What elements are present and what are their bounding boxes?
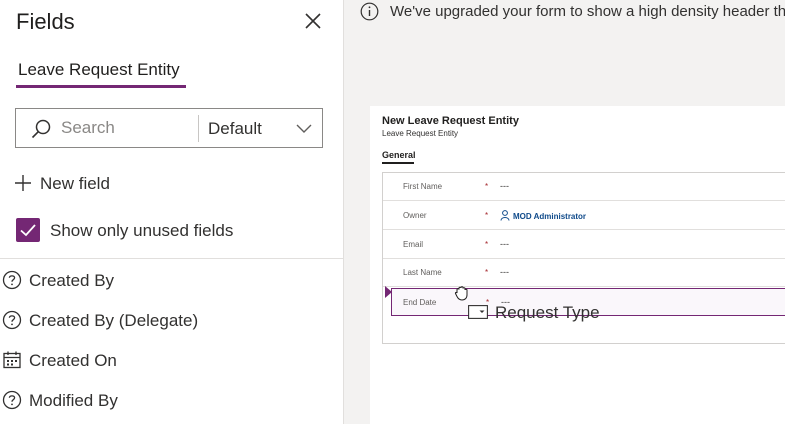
- info-banner: We've upgraded your form to show a high …: [345, 0, 785, 22]
- field-label: First Name: [403, 182, 443, 191]
- search-input[interactable]: [61, 109, 196, 147]
- drag-label: Request Type: [495, 303, 600, 322]
- tab-underline: [16, 85, 186, 88]
- form-subtitle: Leave Request Entity: [382, 129, 459, 138]
- plus-icon: [15, 175, 31, 191]
- help-circle-icon: [2, 270, 22, 290]
- tab-leave-request-entity[interactable]: Leave Request Entity: [18, 60, 180, 80]
- filter-dropdown[interactable]: Default: [200, 109, 322, 147]
- grab-cursor-icon: [454, 286, 468, 301]
- field-list: Created By Created By (Delegate) Created…: [0, 264, 344, 424]
- info-icon: [360, 2, 379, 21]
- pane-divider: [0, 258, 344, 259]
- owner-link[interactable]: MOD Administrator: [513, 212, 586, 221]
- required-marker: *: [485, 211, 489, 220]
- show-unused-checkbox[interactable]: [16, 218, 40, 242]
- required-marker: *: [485, 240, 489, 249]
- help-circle-icon: [2, 310, 22, 330]
- pane-title: Fields: [16, 9, 75, 34]
- field-item-created-on[interactable]: Created On: [0, 344, 344, 384]
- filter-dropdown-value: Default: [208, 119, 262, 138]
- form-field-owner[interactable]: Owner * MOD Administrator: [383, 202, 785, 230]
- field-item-created-by-delegate[interactable]: Created By (Delegate): [0, 304, 344, 344]
- banner-text: We've upgraded your form to show a high …: [390, 3, 785, 20]
- required-marker: *: [485, 182, 489, 191]
- search-icon: [31, 119, 51, 139]
- form-preview: New Leave Request Entity Leave Request E…: [370, 106, 785, 424]
- field-item-label: Created On: [29, 351, 117, 370]
- field-label: Email: [403, 240, 424, 249]
- field-item-modified-by[interactable]: Modified By: [0, 384, 344, 424]
- drop-indicator: [385, 286, 392, 298]
- chevron-down-icon: [296, 124, 312, 133]
- field-label: End Date: [403, 298, 437, 307]
- field-item-label: Modified By: [29, 391, 118, 410]
- search-divider: [198, 115, 199, 142]
- fields-pane: Fields Leave Request Entity Default New …: [0, 0, 344, 424]
- tab-general-underline: [382, 162, 414, 164]
- person-icon: [500, 210, 510, 221]
- tab-general[interactable]: General: [382, 150, 416, 160]
- field-value: ---: [500, 239, 509, 249]
- field-label: Last Name: [403, 268, 442, 277]
- field-label: Owner: [403, 211, 427, 220]
- form-field-email[interactable]: Email * ---: [383, 231, 785, 259]
- search-box: Default: [15, 108, 323, 148]
- close-button[interactable]: [300, 8, 326, 34]
- show-unused-label: Show only unused fields: [50, 221, 234, 240]
- form-field-first-name[interactable]: First Name * ---: [383, 173, 785, 201]
- calendar-icon: [3, 351, 21, 369]
- dropdown-field-icon: [468, 305, 488, 319]
- form-title: New Leave Request Entity: [382, 115, 519, 127]
- new-field-label: New field: [40, 174, 110, 193]
- field-value: ---: [500, 181, 509, 191]
- field-item-created-by[interactable]: Created By: [0, 264, 344, 304]
- field-item-label: Created By: [29, 271, 115, 290]
- required-marker: *: [485, 268, 489, 277]
- help-circle-icon: [2, 390, 22, 410]
- show-unused-toggle[interactable]: Show only unused fields: [16, 218, 276, 244]
- close-icon: [305, 13, 321, 29]
- field-item-label: Created By (Delegate): [29, 311, 199, 330]
- form-field-last-name[interactable]: Last Name * ---: [383, 259, 785, 287]
- field-value: ---: [500, 267, 509, 277]
- checkmark-icon: [20, 224, 36, 237]
